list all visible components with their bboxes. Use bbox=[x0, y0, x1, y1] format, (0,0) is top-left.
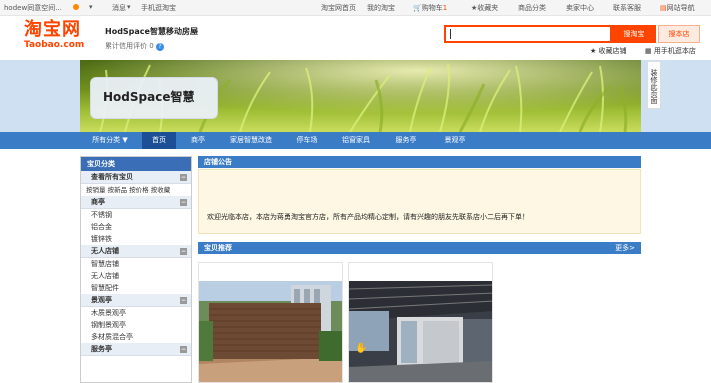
sidebar-group-landscape[interactable]: 景观亭 − bbox=[81, 294, 191, 307]
more-link[interactable]: 更多> bbox=[615, 242, 635, 254]
sidebar-group-kiosk[interactable]: 商亭 − bbox=[81, 196, 191, 209]
product-image[interactable]: ✋ bbox=[349, 281, 493, 383]
search-shop-button[interactable]: 搜本店 bbox=[658, 25, 700, 43]
product-card[interactable] bbox=[198, 262, 343, 383]
category-sidebar: 宝贝分类 查看所有宝贝 − 按销量 按新品 按价格 按收藏 商亭 − 不锈钢 铝… bbox=[80, 156, 192, 383]
sidebar-item[interactable]: 智慧店铺 bbox=[81, 258, 191, 270]
sidebar-item[interactable]: 木质景观亭 bbox=[81, 307, 191, 319]
sidebar-item[interactable]: 多材质混合亭 bbox=[81, 331, 191, 343]
tab-kiosk[interactable]: 商亭 bbox=[178, 132, 218, 149]
contact-link[interactable]: 联系客服 bbox=[613, 3, 641, 13]
search-taobao-button[interactable]: 搜淘宝 bbox=[612, 25, 656, 43]
notice-panel: 欢迎光临本店，本店为蒋勇淘宝官方店，所有产品均精心定制，请有兴趣的朋友先联系店小… bbox=[198, 169, 641, 234]
notice-header: 店铺公告 bbox=[198, 156, 641, 168]
sidebar-item[interactable]: 镀锌铁 bbox=[81, 233, 191, 245]
edit-page-tab[interactable]: 装修此页面 bbox=[647, 61, 661, 109]
menu-icon: ▤ bbox=[660, 4, 667, 12]
shop-title-box: HodSpace智慧 bbox=[90, 77, 218, 119]
group-title: 景观亭 bbox=[91, 296, 112, 304]
shop-credit: 累计信用评价 0 ? bbox=[105, 41, 198, 51]
messages-link[interactable]: 消息 bbox=[112, 3, 126, 13]
cart-count: 1 bbox=[442, 4, 448, 12]
sidebar-item[interactable]: 不锈钢 bbox=[81, 209, 191, 221]
view-all-label: 查看所有宝贝 bbox=[91, 173, 133, 181]
group-title: 商亭 bbox=[91, 198, 105, 206]
sidebar-item[interactable]: 钢制景观亭 bbox=[81, 319, 191, 331]
mobile-shop-label: 用手机逛本店 bbox=[653, 47, 696, 55]
product-image[interactable] bbox=[199, 281, 343, 383]
sidebar-item[interactable]: 铝合金 bbox=[81, 221, 191, 233]
user-greeting[interactable]: hodew同意空间... bbox=[4, 3, 62, 13]
my-taobao-link[interactable]: 我的淘宝 bbox=[367, 3, 395, 13]
collapse-icon[interactable]: − bbox=[180, 174, 187, 181]
mobile-taobao-link[interactable]: 手机逛淘宝 bbox=[141, 3, 176, 13]
view-all-link[interactable]: 查看所有宝贝 − bbox=[81, 171, 191, 184]
notice-title: 店铺公告 bbox=[204, 158, 232, 166]
cart-icon: 🛒 bbox=[413, 4, 422, 12]
tab-furniture[interactable]: 铝窗家具 bbox=[332, 132, 380, 149]
credit-label: 累计信用评价 bbox=[105, 42, 147, 50]
taobao-home-link[interactable]: 淘宝网首页 bbox=[321, 3, 356, 13]
search-input[interactable] bbox=[444, 25, 612, 43]
sidebar-title: 宝贝分类 bbox=[81, 157, 191, 171]
collapse-icon[interactable]: − bbox=[180, 248, 187, 255]
sidebar-item[interactable]: 无人店铺 bbox=[81, 270, 191, 282]
chevron-down-icon[interactable]: ▾ bbox=[195, 29, 198, 36]
sort-options[interactable]: 按销量 按新品 按价格 按收藏 bbox=[81, 184, 191, 196]
tab-service-kiosk[interactable]: 服务亭 bbox=[382, 132, 430, 149]
recommend-title: 宝贝推荐 bbox=[204, 244, 232, 252]
favorite-shop-link[interactable]: ★ 收藏店铺 bbox=[590, 46, 627, 56]
credit-value: 0 bbox=[149, 42, 154, 50]
product-card[interactable]: ✋ bbox=[348, 262, 493, 383]
tab-home[interactable]: 首页 bbox=[142, 132, 176, 149]
seller-center-link[interactable]: 卖家中心 bbox=[566, 3, 594, 13]
sidebar-group-unmanned[interactable]: 无人店铺 − bbox=[81, 245, 191, 258]
info-icon[interactable]: ? bbox=[155, 43, 164, 51]
star-icon: ★ bbox=[590, 47, 597, 55]
top-bar: hodew同意空间... ▾ 消息 ▾ 手机逛淘宝 淘宝网首页 我的淘宝 🛒购物… bbox=[0, 0, 711, 16]
messages-dropdown-icon[interactable]: ▾ bbox=[127, 3, 131, 11]
favorites-label: 收藏夹 bbox=[477, 4, 499, 12]
shop-info[interactable]: HodSpace智慧移动房屋 ▾ 累计信用评价 0 ? bbox=[105, 26, 198, 51]
taobao-logo[interactable]: 淘宝网 Taobao.com bbox=[24, 19, 85, 51]
collapse-icon[interactable]: − bbox=[180, 346, 187, 353]
tab-parking[interactable]: 停车场 bbox=[284, 132, 330, 149]
cart-link[interactable]: 🛒购物车1 bbox=[413, 3, 447, 13]
tab-landscape[interactable]: 景观亭 bbox=[432, 132, 478, 149]
shop-title: HodSpace智慧 bbox=[103, 90, 195, 104]
cursor-icon: ✋ bbox=[355, 341, 367, 354]
collapse-icon[interactable]: − bbox=[180, 199, 187, 206]
favorites-link[interactable]: ★收藏夹 bbox=[471, 3, 498, 13]
logo-en: Taobao.com bbox=[24, 40, 85, 50]
group-title: 无人店铺 bbox=[91, 247, 119, 255]
mobile-shop-link[interactable]: ▦ 用手机逛本店 bbox=[645, 46, 696, 56]
favorite-shop-label: 收藏店铺 bbox=[598, 47, 627, 55]
categories-link[interactable]: 商品分类 bbox=[518, 3, 546, 13]
shop-name: HodSpace智慧移动房屋 bbox=[105, 27, 198, 36]
site-nav-link[interactable]: ▤网站导航 bbox=[660, 3, 695, 13]
status-dropdown-icon[interactable]: ▾ bbox=[89, 3, 93, 11]
logo-cn: 淘宝网 bbox=[24, 19, 81, 40]
sidebar-item[interactable]: 智慧配件 bbox=[81, 282, 191, 294]
status-dot-icon bbox=[73, 3, 79, 11]
recommend-header: 宝贝推荐 更多> bbox=[198, 242, 641, 254]
sidebar-group-service[interactable]: 服务亭 − bbox=[81, 343, 191, 356]
tab-all-categories[interactable]: 所有分类 ▼ bbox=[80, 132, 140, 149]
qrcode-icon: ▦ bbox=[645, 47, 652, 55]
tab-smart-home[interactable]: 家居智慧改造 bbox=[220, 132, 282, 149]
group-title: 服务亭 bbox=[91, 345, 112, 353]
collapse-icon[interactable]: − bbox=[180, 297, 187, 304]
notice-text: 欢迎光临本店，本店为蒋勇淘宝官方店，所有产品均精心定制，请有兴趣的朋友先联系店小… bbox=[207, 213, 529, 221]
site-nav-label: 网站导航 bbox=[666, 4, 695, 12]
cart-label: 购物车 bbox=[421, 4, 443, 12]
